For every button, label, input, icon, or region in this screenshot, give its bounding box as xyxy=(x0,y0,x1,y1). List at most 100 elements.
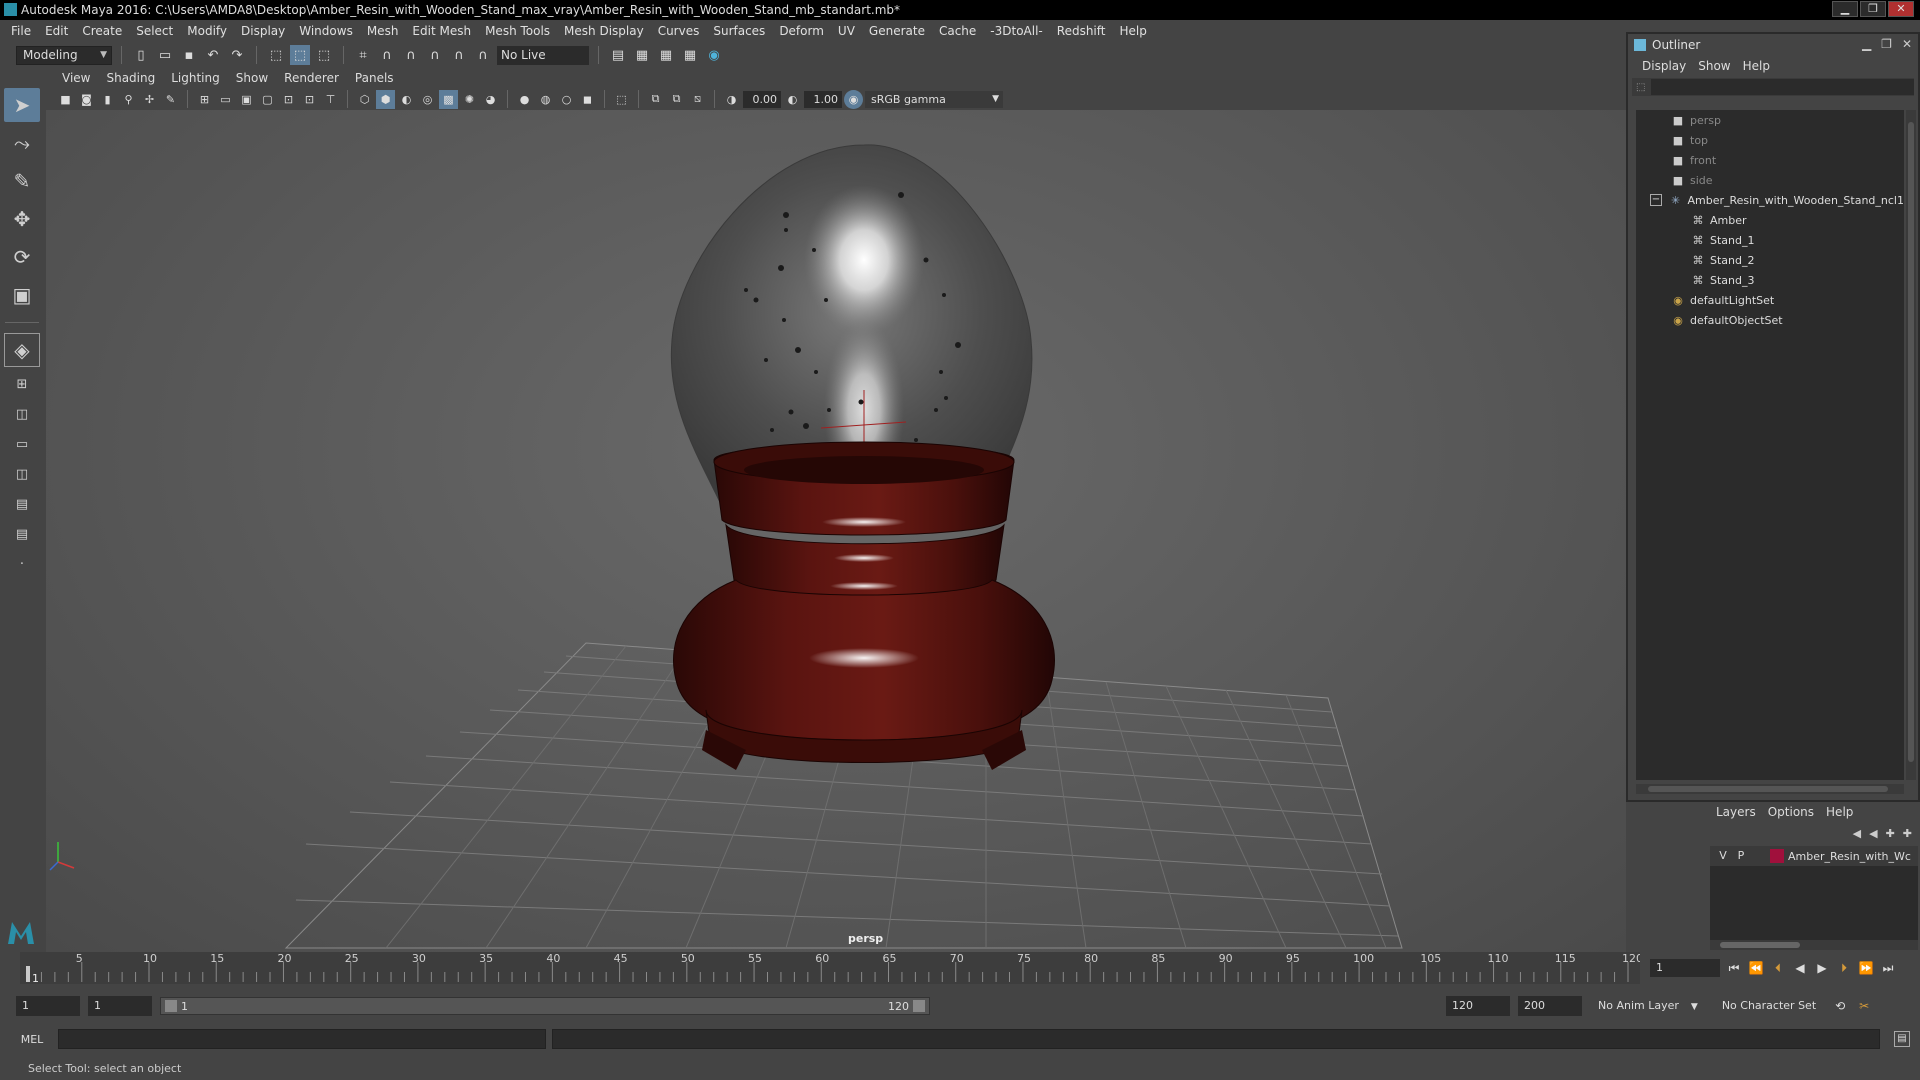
menu-help[interactable]: Help xyxy=(1112,24,1153,38)
viewport-menu-lighting[interactable]: Lighting xyxy=(163,71,228,85)
outliner-menu-show[interactable]: Show xyxy=(1692,59,1736,73)
select-object-icon[interactable]: ⬚ xyxy=(290,45,310,65)
menu-uv[interactable]: UV xyxy=(831,24,862,38)
outliner-item-stand-1[interactable]: ⌘ Stand_1 xyxy=(1636,230,1904,250)
open-scene-icon[interactable]: ▭ xyxy=(155,45,175,65)
field-chart-icon[interactable]: ⊡ xyxy=(279,90,298,109)
outliner-item-stand-2[interactable]: ⌘ Stand_2 xyxy=(1636,250,1904,270)
redo-icon[interactable]: ↷ xyxy=(227,45,247,65)
film-gate-icon[interactable]: ▭ xyxy=(216,90,235,109)
use-all-lights-icon[interactable]: ✺ xyxy=(460,90,479,109)
menu-mesh-tools[interactable]: Mesh Tools xyxy=(478,24,557,38)
undo-icon[interactable]: ↶ xyxy=(203,45,223,65)
snap-pivot-icon[interactable]: ∩ xyxy=(473,45,493,65)
menu-select[interactable]: Select xyxy=(129,24,180,38)
wireframe-icon[interactable]: ⬡ xyxy=(355,90,374,109)
layer-menu-layers[interactable]: Layers xyxy=(1710,805,1762,819)
menu-deform[interactable]: Deform xyxy=(772,24,831,38)
outliner-menu-help[interactable]: Help xyxy=(1737,59,1776,73)
save-scene-icon[interactable]: ▪ xyxy=(179,45,199,65)
menu-curves[interactable]: Curves xyxy=(651,24,707,38)
color-space-dropdown[interactable]: sRGB gamma ▼ xyxy=(865,90,1003,108)
four-view-layout-icon[interactable]: ⊞ xyxy=(4,371,40,397)
script-language-toggle[interactable]: MEL xyxy=(12,1033,52,1046)
ipr-render-icon[interactable]: ▦ xyxy=(656,45,676,65)
move-layer-up-icon[interactable]: ◀ xyxy=(1853,827,1861,840)
textured-icon[interactable]: ▩ xyxy=(439,89,458,109)
animation-end-field[interactable]: 200 xyxy=(1518,996,1582,1016)
wireframe-on-shaded-icon[interactable]: ◎ xyxy=(418,90,437,109)
xray-icon[interactable]: ⧉ xyxy=(646,90,665,109)
play-backwards-icon[interactable]: ◀ xyxy=(1792,961,1808,975)
outliner-item-front[interactable]: ■ front xyxy=(1636,150,1904,170)
collapse-icon[interactable]: − xyxy=(1650,194,1662,206)
restore-icon[interactable]: ❐ xyxy=(1881,37,1892,51)
gamma-icon[interactable]: ◐ xyxy=(783,90,802,109)
default-material-icon[interactable]: ◐ xyxy=(397,90,416,109)
safe-action-icon[interactable]: ⊡ xyxy=(300,90,319,109)
scrollbar-thumb[interactable] xyxy=(1720,942,1800,948)
move-layer-down-icon[interactable]: ◀ xyxy=(1869,827,1877,840)
motion-blur-icon[interactable]: ◍ xyxy=(536,90,555,109)
rotate-tool-icon[interactable]: ⟳ xyxy=(4,240,40,274)
bookmark-icon[interactable]: ▮ xyxy=(98,90,117,109)
range-end-handle[interactable] xyxy=(913,1000,925,1012)
outliner-item-side[interactable]: ■ side xyxy=(1636,170,1904,190)
character-set-dropdown[interactable]: No Character Set xyxy=(1714,996,1824,1016)
outliner-menu-display[interactable]: Display xyxy=(1636,59,1692,73)
outliner-item-group[interactable]: − ✳ Amber_Resin_with_Wooden_Stand_ncl1 xyxy=(1636,190,1904,210)
uv-editor-layout-icon[interactable]: ▤ xyxy=(4,521,40,547)
menu-3dtoall[interactable]: -3DtoAll- xyxy=(983,24,1049,38)
camera-icon[interactable]: ■ xyxy=(56,90,75,109)
step-forward-frame-icon[interactable]: ⏵ xyxy=(1836,961,1852,976)
menu-windows[interactable]: Windows xyxy=(292,24,360,38)
current-time-marker[interactable] xyxy=(26,966,30,982)
layer-menu-help[interactable]: Help xyxy=(1820,805,1859,819)
lasso-tool-icon[interactable]: ⤳ xyxy=(4,126,40,160)
menu-file[interactable]: File xyxy=(4,24,38,38)
snap-curve-icon[interactable]: ∩ xyxy=(377,45,397,65)
menu-mesh[interactable]: Mesh xyxy=(360,24,406,38)
viewport-menu-show[interactable]: Show xyxy=(228,71,276,85)
snap-grid-icon[interactable]: ⌗ xyxy=(353,45,373,65)
live-surface-field[interactable]: No Live Surface xyxy=(497,45,589,81)
scrollbar-thumb[interactable] xyxy=(1648,786,1888,792)
animation-prefs-icon[interactable]: ✂ xyxy=(1856,999,1872,1013)
anti-aliasing-icon[interactable]: ○ xyxy=(557,90,576,109)
xray-joints-icon[interactable]: ⧅ xyxy=(688,90,707,109)
color-management-icon[interactable]: ◉ xyxy=(844,89,863,109)
time-slider[interactable]: 5 10 15 20 25 30 35 40 45 50 55 60 65 70 75 80 85 90 95 100… xyxy=(20,952,1640,984)
outliner-item-top[interactable]: ■ top xyxy=(1636,130,1904,150)
layer-playback-toggle[interactable]: P xyxy=(1734,849,1748,863)
menu-create[interactable]: Create xyxy=(75,24,129,38)
screen-space-ao-icon[interactable]: ● xyxy=(515,90,534,109)
viewport-menu-renderer[interactable]: Renderer xyxy=(276,71,347,85)
single-view-layout-icon[interactable]: ◈ xyxy=(4,333,40,367)
gate-mask-icon[interactable]: ▢ xyxy=(258,90,277,109)
minimize-button[interactable]: ▁ xyxy=(1832,1,1858,17)
command-input[interactable] xyxy=(58,1029,546,1049)
outliner-vertical-scrollbar[interactable] xyxy=(1906,110,1916,780)
select-component-icon[interactable]: ⬚ xyxy=(314,45,334,65)
current-frame-field[interactable]: 1 xyxy=(1650,959,1720,977)
snap-point-icon[interactable]: ∩ xyxy=(401,45,421,65)
menu-edit[interactable]: Edit xyxy=(38,24,75,38)
toolbox-more-icon[interactable]: · xyxy=(4,551,40,577)
anim-layer-dropdown[interactable]: No Anim Layer ▼ xyxy=(1590,996,1706,1016)
range-slider[interactable]: 1 120 xyxy=(160,997,930,1015)
step-back-frame-icon[interactable]: ⏴ xyxy=(1770,961,1786,976)
viewport-menu-view[interactable]: View xyxy=(54,71,98,85)
menu-mesh-display[interactable]: Mesh Display xyxy=(557,24,651,38)
grease-pencil-icon[interactable]: ✎ xyxy=(161,90,180,109)
layer-horizontal-scrollbar[interactable] xyxy=(1710,940,1918,950)
close-button[interactable]: ✕ xyxy=(1888,1,1914,17)
menu-cache[interactable]: Cache xyxy=(932,24,983,38)
select-hierarchy-icon[interactable]: ⬚ xyxy=(266,45,286,65)
menu-redshift[interactable]: Redshift xyxy=(1050,24,1113,38)
play-forwards-icon[interactable]: ▶ xyxy=(1814,961,1830,975)
xray-active-components-icon[interactable]: ⧉ xyxy=(667,90,686,109)
menu-display[interactable]: Display xyxy=(234,24,292,38)
new-scene-icon[interactable]: ▯ xyxy=(131,45,151,65)
smooth-shade-icon[interactable]: ⬢ xyxy=(376,89,395,109)
playback-end-field[interactable]: 120 xyxy=(1446,996,1510,1016)
